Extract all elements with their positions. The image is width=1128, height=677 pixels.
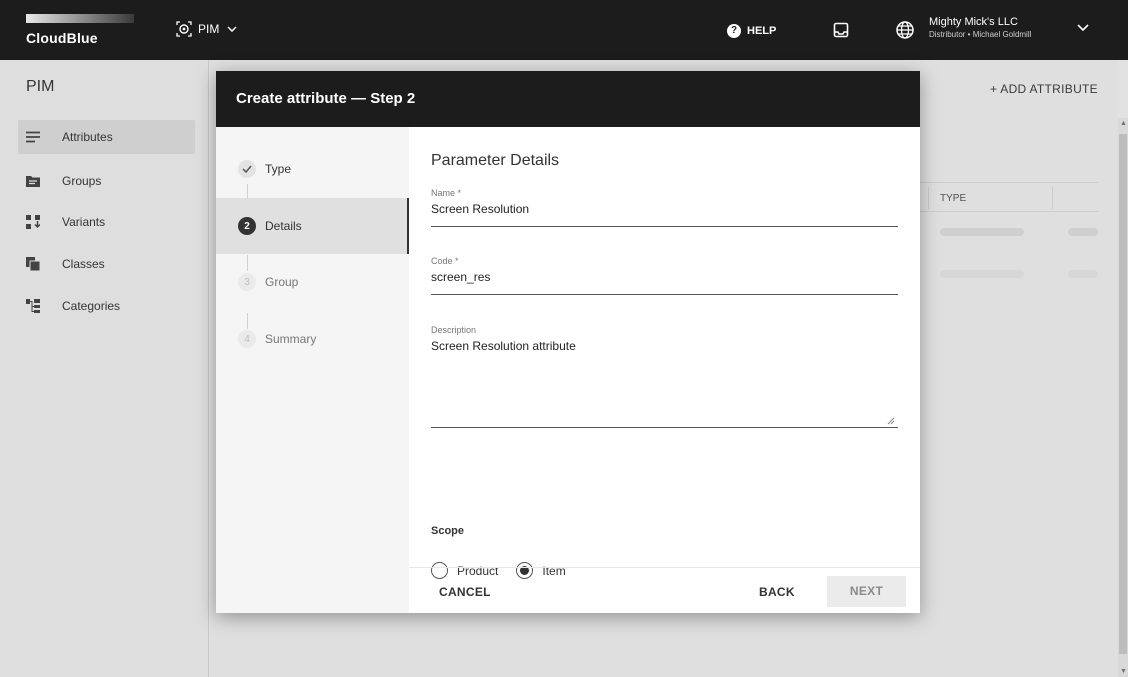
logo-stripe [26,14,134,23]
module-switcher[interactable]: PIM [174,20,241,38]
scope-title: Scope [431,525,465,537]
check-icon [238,160,256,178]
code-underline [431,294,898,295]
cancel-button[interactable]: CANCEL [439,585,491,599]
account-role: Distributor • Michael Goldmill [929,30,1032,39]
name-field[interactable]: Name * Screen Resolution [431,188,898,228]
step-label: Summary [265,332,317,346]
name-input[interactable]: Screen Resolution [431,202,898,216]
step-type[interactable]: Type [216,141,409,197]
step-number-badge: 3 [238,273,256,291]
step-summary: 4 Summary [216,311,409,367]
code-field[interactable]: Code * screen_res [431,256,898,296]
description-textarea[interactable]: Screen Resolution attribute [431,339,898,353]
back-button[interactable]: BACK [759,585,795,599]
section-title: Parameter Details [431,152,560,169]
step-label: Details [265,219,302,233]
help-button[interactable]: ? HELP [727,24,776,38]
resize-handle-icon[interactable] [887,417,895,425]
name-underline [431,226,898,227]
module-icon [176,21,192,37]
account-name: Mighty Mick's LLC [929,16,1018,28]
code-label: Code * [431,256,459,266]
account-switcher[interactable]: Mighty Mick's LLC Distributor • Michael … [929,16,1031,40]
step-label: Type [265,162,292,176]
details-form: Parameter Details Name * Screen Resoluti… [409,127,920,579]
description-label: Description [431,325,477,335]
step-label: Group [265,275,299,289]
account-chevron-down-icon[interactable] [1077,24,1089,32]
inbox-icon[interactable] [833,22,849,38]
dialog-footer: CANCEL BACK NEXT [409,567,920,613]
step-number-badge: 4 [238,330,256,348]
chevron-down-icon [227,26,237,32]
step-number-badge: 2 [238,217,256,235]
logo-text: CloudBlue [26,30,98,46]
name-label: Name * [431,188,462,198]
next-button[interactable]: NEXT [827,576,906,607]
cloudblue-logo[interactable]: CloudBlue [26,14,136,46]
globe-icon[interactable] [895,20,915,40]
description-field[interactable]: Description Screen Resolution attribute [431,325,898,429]
create-attribute-dialog: Create attribute — Step 2 Type 2 Details… [216,71,920,613]
module-label: PIM [198,22,220,36]
help-icon: ? [727,24,741,38]
step-group: 3 Group [216,254,409,310]
dialog-title: Create attribute — Step 2 [216,71,920,127]
code-input[interactable]: screen_res [431,270,898,284]
step-details[interactable]: 2 Details [216,198,409,254]
top-bar: CloudBlue PIM ? HELP Mighty Mick's LLC D… [0,0,1128,60]
help-label: HELP [747,25,777,37]
wizard-stepper: Type 2 Details 3 Group 4 Summary [216,127,409,613]
description-underline [431,427,898,428]
